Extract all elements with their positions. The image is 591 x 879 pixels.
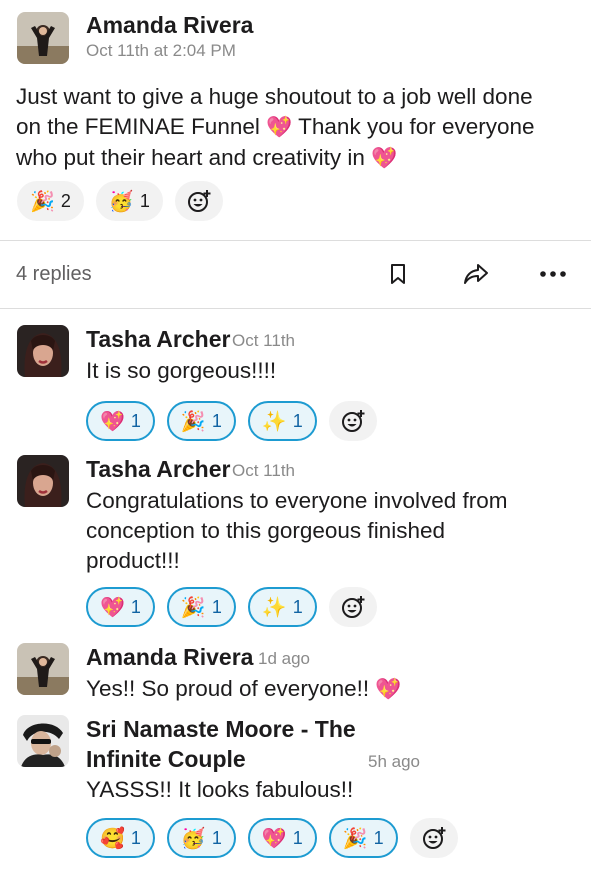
reaction-pill-sparkling-heart[interactable]: 💖 1 xyxy=(86,587,155,627)
reply-message: Tasha Archer Oct 11th It is so gorgeous!… xyxy=(0,320,591,450)
author-name[interactable]: Tasha Archer xyxy=(86,456,230,483)
reaction-count: 2 xyxy=(60,190,71,211)
bookmark-icon xyxy=(391,264,405,284)
message-timestamp[interactable]: Oct 11th at 2:04 PM xyxy=(86,41,236,61)
sparkling-heart-emoji: 💖 xyxy=(371,147,398,170)
add-reaction-icon xyxy=(341,410,365,432)
smiling-face-with-hearts-emoji: 🥰 xyxy=(100,827,125,850)
tada-emoji: 🎉 xyxy=(342,827,368,850)
message-timestamp[interactable]: 5h ago xyxy=(368,752,420,772)
add-reaction-button[interactable] xyxy=(328,401,377,441)
author-name-line2[interactable]: Infinite Couple xyxy=(86,746,246,773)
reaction-pill-tada[interactable]: 🎉 2 xyxy=(17,181,84,221)
add-reaction-button[interactable] xyxy=(328,587,377,627)
reaction-pill-partying-face[interactable]: 🥳 1 xyxy=(166,818,236,858)
replies-count[interactable]: 4 replies xyxy=(16,263,92,286)
sparkling-heart-emoji: 💖 xyxy=(375,678,402,701)
message-text: Yes!! So proud of everyone!! 💖 xyxy=(86,676,402,701)
reaction-pill-sparkling-heart[interactable]: 💖 1 xyxy=(247,818,317,858)
add-reaction-button[interactable] xyxy=(174,181,223,221)
thread-bar: 4 replies xyxy=(0,241,591,307)
message-line: Just want to give a huge shoutout to a j… xyxy=(16,84,533,109)
reaction-pill-tada[interactable]: 🎉 1 xyxy=(328,818,398,858)
reaction-count: 1 xyxy=(130,827,141,848)
tada-emoji: 🎉 xyxy=(180,410,206,433)
reaction-pill-sparkles[interactable]: ✨ 1 xyxy=(247,587,317,627)
message-text: YASSS!! It looks fabulous!! xyxy=(86,777,354,802)
reaction-row: 🎉 2 🥳 1 xyxy=(17,181,223,221)
share-icon xyxy=(464,264,488,284)
reaction-count: 1 xyxy=(130,410,141,431)
reaction-count: 1 xyxy=(139,190,150,211)
avatar-tasha-archer[interactable] xyxy=(17,325,69,377)
tada-emoji: 🎉 xyxy=(180,596,206,619)
add-reaction-button[interactable] xyxy=(409,818,458,858)
author-name[interactable]: Amanda Rivera xyxy=(86,644,253,671)
avatar-amanda-rivera[interactable] xyxy=(17,643,69,695)
message-text: It is so gorgeous!!!! xyxy=(86,358,277,383)
reaction-count: 1 xyxy=(211,410,222,431)
add-reaction-icon xyxy=(341,596,365,618)
reply-message: Sri Namaste Moore - The Infinite Couple … xyxy=(0,710,591,879)
message-text: Just want to give a huge shoutout to a j… xyxy=(16,82,586,174)
avatar-sri-namaste-moore[interactable] xyxy=(17,715,69,767)
reaction-pill-tada[interactable]: 🎉 1 xyxy=(166,401,236,441)
reaction-pill-tada[interactable]: 🎉 1 xyxy=(166,587,236,627)
reaction-pill-smiling-hearts[interactable]: 🥰 1 xyxy=(86,818,155,858)
reaction-count: 1 xyxy=(292,827,303,848)
author-name[interactable]: Sri Namaste Moore - The xyxy=(86,716,356,743)
reaction-row: 💖 1 🎉 1 ✨ 1 xyxy=(86,401,377,441)
message-line: product!!! xyxy=(86,548,180,573)
reply-message: Tasha Archer Oct 11th Congratulations to… xyxy=(0,450,591,640)
bookmark-button[interactable] xyxy=(381,257,415,291)
sparkling-heart-emoji: 💖 xyxy=(100,410,125,433)
reaction-pill-sparkles[interactable]: ✨ 1 xyxy=(247,401,317,441)
message-line: Congratulations to everyone involved fro… xyxy=(86,488,508,513)
avatar-tasha-archer[interactable] xyxy=(17,455,69,507)
author-name[interactable]: Tasha Archer xyxy=(86,326,230,353)
message-timestamp[interactable]: Oct 11th xyxy=(232,461,295,481)
parent-message: Amanda Rivera Oct 11th at 2:04 PM Just w… xyxy=(0,0,591,240)
message-text: Congratulations to everyone involved fro… xyxy=(86,486,576,576)
reaction-row: 🥰 1 🥳 1 💖 1 🎉 1 xyxy=(86,818,458,858)
message-line: on the FEMINAE Funnel 💖 Thank you for ev… xyxy=(16,114,535,139)
add-reaction-icon xyxy=(422,827,446,849)
partying-face-emoji: 🥳 xyxy=(180,827,206,850)
reaction-count: 1 xyxy=(292,596,303,617)
reaction-pill-sparkling-heart[interactable]: 💖 1 xyxy=(86,401,155,441)
sparkling-heart-emoji: 💖 xyxy=(266,116,293,139)
reply-message: Amanda Rivera 1d ago Yes!! So proud of e… xyxy=(0,640,591,710)
author-name[interactable]: Amanda Rivera xyxy=(86,12,253,39)
partying-face-emoji: 🥳 xyxy=(108,190,134,213)
message-timestamp[interactable]: 1d ago xyxy=(258,649,310,669)
reaction-count: 1 xyxy=(373,827,384,848)
message-line: who put their heart and creativity in 💖 xyxy=(16,145,398,170)
reaction-count: 1 xyxy=(211,827,222,848)
reaction-count: 1 xyxy=(292,410,303,431)
more-icon xyxy=(540,271,566,277)
avatar-amanda-rivera[interactable] xyxy=(17,12,69,64)
sparkles-emoji: ✨ xyxy=(261,596,287,619)
reaction-count: 1 xyxy=(130,596,141,617)
more-actions-button[interactable] xyxy=(536,257,570,291)
message-line: conception to this gorgeous finished xyxy=(86,518,445,543)
reaction-count: 1 xyxy=(211,596,222,617)
sparkling-heart-emoji: 💖 xyxy=(261,827,287,850)
sparkling-heart-emoji: 💖 xyxy=(100,596,125,619)
reaction-row: 💖 1 🎉 1 ✨ 1 xyxy=(86,587,377,627)
add-reaction-icon xyxy=(187,190,211,212)
sparkles-emoji: ✨ xyxy=(261,410,287,433)
tada-emoji: 🎉 xyxy=(30,190,55,213)
message-timestamp[interactable]: Oct 11th xyxy=(232,331,295,351)
share-button[interactable] xyxy=(459,257,493,291)
reaction-pill-partying-face[interactable]: 🥳 1 xyxy=(95,181,163,221)
divider xyxy=(0,308,591,309)
